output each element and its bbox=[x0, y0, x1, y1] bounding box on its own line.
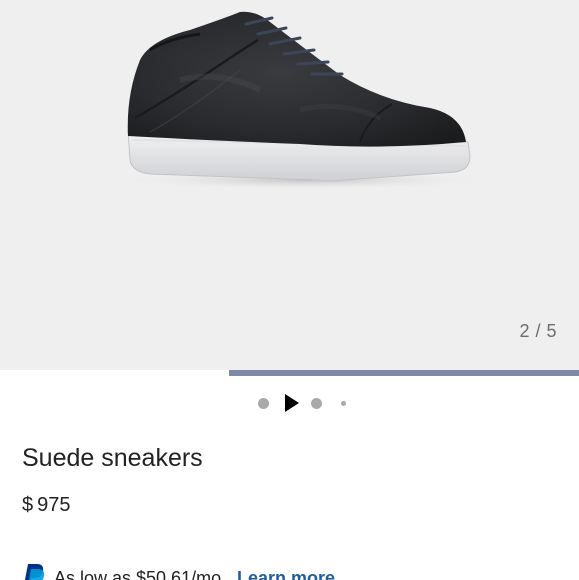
product-page: 2 / 5 Suede sneakers $975 As low as $50.… bbox=[0, 0, 579, 580]
price-amount: 975 bbox=[37, 494, 71, 516]
gallery-progress-bar bbox=[0, 370, 579, 376]
gallery-progress-fill bbox=[228, 370, 579, 376]
product-price: $975 bbox=[22, 494, 71, 517]
financing-text: As low as $50.61/mo. bbox=[54, 568, 227, 580]
pagination-dot[interactable] bbox=[341, 401, 346, 406]
product-image-gallery[interactable]: 2 / 5 bbox=[0, 0, 579, 370]
pagination-dot[interactable] bbox=[311, 398, 322, 409]
pagination-dot[interactable] bbox=[258, 398, 269, 409]
product-title: Suede sneakers bbox=[22, 444, 203, 472]
gallery-pagination bbox=[0, 390, 579, 414]
play-icon[interactable] bbox=[285, 394, 299, 412]
image-counter: 2 / 5 bbox=[519, 321, 557, 341]
paypal-icon bbox=[24, 564, 45, 580]
price-currency: $ bbox=[22, 494, 34, 516]
learn-more-link[interactable]: Learn more bbox=[237, 568, 335, 580]
product-image bbox=[115, 11, 495, 190]
